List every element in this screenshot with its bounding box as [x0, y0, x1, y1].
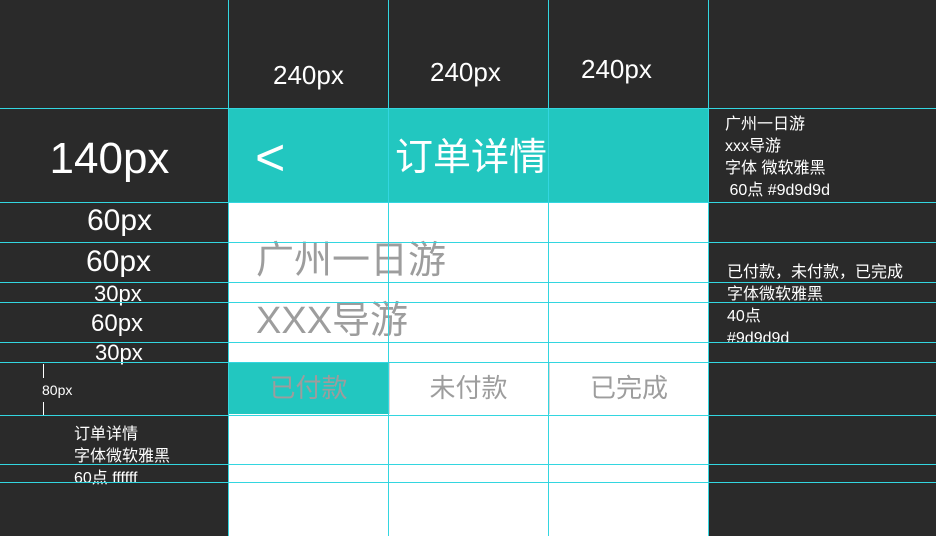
guide-line — [0, 282, 936, 283]
tab-paid[interactable]: 已付款 — [229, 363, 388, 414]
row-height-label: 60px — [91, 310, 144, 337]
trip-font-note: 广州一日游 xxx导游 字体 微软雅黑 60点 #9d9d9d — [725, 114, 830, 202]
note-line: 已付款，未付款，已完成 — [727, 264, 904, 281]
status-tabs: 已付款 未付款 已完成 — [229, 363, 709, 414]
guide-line — [0, 482, 936, 483]
row-height-label: 80px — [42, 382, 73, 398]
tab-completed[interactable]: 已完成 — [549, 363, 709, 414]
trip-name: 广州一日游 — [256, 240, 447, 282]
guide-line — [0, 202, 936, 203]
title-font-note: 订单详情 字体微软雅黑 60点 ffffff — [74, 424, 170, 490]
back-icon[interactable]: < — [255, 128, 285, 188]
note-line: 字体 微软雅黑 — [725, 160, 826, 177]
dimension-bracket — [43, 364, 44, 378]
note-line: 订单详情 — [74, 426, 139, 443]
note-line: 60点 ffffff — [74, 470, 138, 487]
guide-line — [548, 0, 549, 536]
guide-line — [0, 415, 936, 416]
page-title: 订单详情 — [395, 137, 548, 179]
note-line: 40点 — [727, 308, 761, 325]
guide-line — [388, 0, 389, 536]
col-width-label: 240px — [273, 60, 344, 90]
dimension-bracket — [43, 402, 44, 416]
row-height-label: 60px — [87, 204, 153, 237]
col-width-label: 240px — [430, 57, 501, 87]
note-line: #9d9d9d — [727, 330, 790, 347]
row-height-label: 60px — [86, 245, 152, 278]
guide-line — [0, 108, 936, 109]
guide-line — [0, 302, 936, 303]
row-height-label: 140px — [49, 134, 170, 183]
guide-line — [228, 0, 229, 536]
tabs-font-note: 已付款，未付款，已完成 字体微软雅黑 40点 #9d9d9d — [727, 262, 903, 350]
guide-line — [0, 242, 936, 243]
tab-unpaid[interactable]: 未付款 — [389, 363, 548, 414]
note-line: 60点 #9d9d9d — [725, 182, 830, 199]
guide-line — [0, 342, 936, 343]
note-line: 广州一日游 — [725, 116, 806, 133]
guide-name: XXX导游 — [256, 300, 409, 342]
guide-line — [0, 464, 936, 465]
guide-line — [0, 362, 936, 363]
col-width-label: 240px — [581, 54, 652, 84]
guide-line — [708, 0, 709, 536]
note-line: xxx导游 — [725, 138, 782, 155]
